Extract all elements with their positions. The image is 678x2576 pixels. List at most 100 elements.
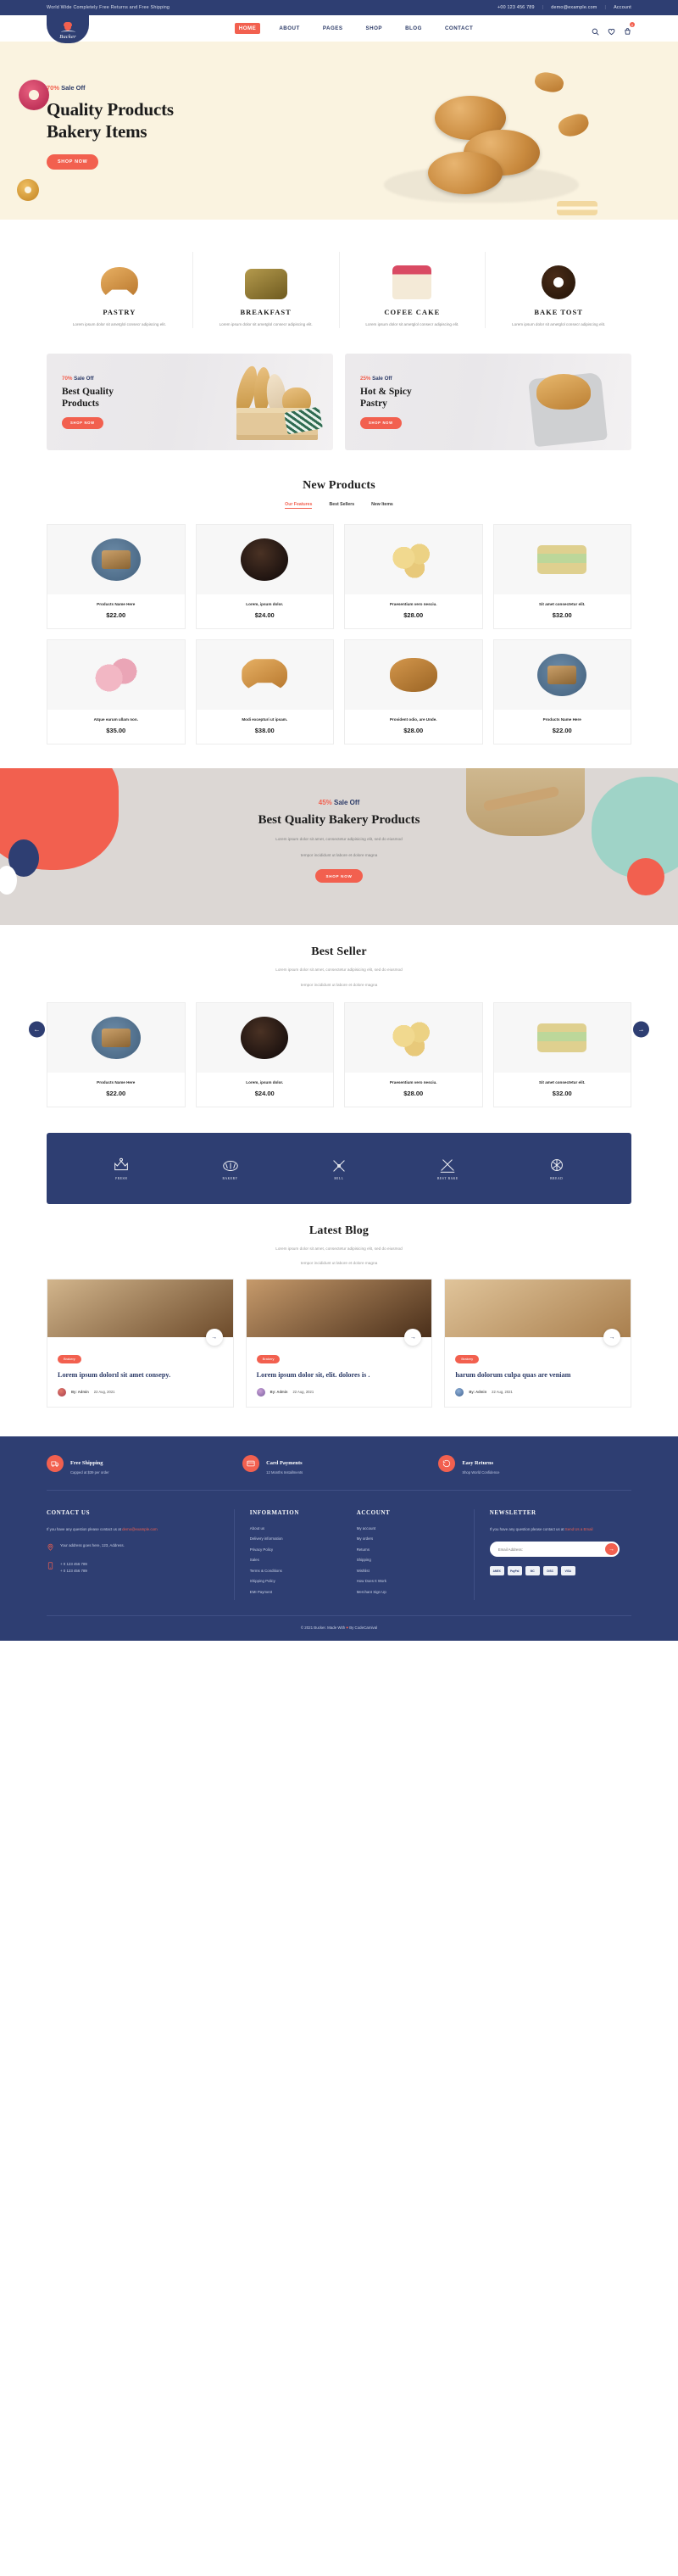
topbar-email[interactable]: demo@example.com	[551, 5, 597, 10]
brand-strip: FRESH BAKERY MILL BEST BAKE BREAD	[47, 1132, 631, 1204]
feature-card-payments: Card Payments 12 Months Installments	[242, 1453, 436, 1475]
promo-artwork-bread-crate	[175, 354, 333, 450]
footer-phone-2[interactable]: + 0 123 456 789	[60, 1568, 87, 1575]
product-card[interactable]: Atque earum ullam non. $35.00	[47, 639, 186, 745]
blog-read-more-arrow-icon[interactable]: →	[603, 1329, 621, 1347]
tab-our-features[interactable]: Our Features	[285, 502, 313, 510]
product-name: Atque earum ullam non.	[93, 717, 138, 722]
carousel-prev-button[interactable]: ←	[29, 1021, 45, 1038]
returns-icon	[438, 1455, 456, 1473]
new-products-tabs: Our Features Best Sellers New Items	[47, 502, 631, 510]
blog-card[interactable]: → Brakery Lorem ipsum dolorıl sit amet c…	[47, 1279, 234, 1408]
tab-new-items[interactable]: New Items	[371, 502, 393, 509]
hero-shop-now-button[interactable]: SHOP NOW	[47, 154, 99, 170]
promo-banner-hot-spicy[interactable]: 25% Sale Off Hot & Spicy Pastry SHOP NOW	[345, 354, 631, 451]
footer-link-sales[interactable]: Sales	[250, 1558, 259, 1562]
footer-link-shipping[interactable]: Shipping	[357, 1558, 371, 1562]
product-card[interactable]: Praesentium vero nesciu. $28.00	[344, 1001, 483, 1107]
promo-title-line1: Hot & Spicy	[360, 387, 412, 398]
tab-best-sellers[interactable]: Best Sellers	[329, 502, 354, 509]
footer-link-how-does-it-work[interactable]: How Does It Work	[357, 1579, 386, 1583]
footer-link-my-account[interactable]: My account	[357, 1526, 375, 1531]
blog-tag[interactable]: Brakery	[455, 1354, 480, 1363]
brand-logo-best-bake[interactable]: BEST BAKE	[428, 1149, 467, 1188]
brand-logo-fresh[interactable]: FRESH	[102, 1149, 141, 1188]
blog-card[interactable]: → Brakery Lorem ipsum dolor sit, elit. d…	[245, 1279, 433, 1408]
blog-read-more-arrow-icon[interactable]: →	[205, 1329, 223, 1347]
search-icon[interactable]	[592, 25, 599, 36]
topbar-account-link[interactable]: Account	[614, 5, 631, 10]
product-card[interactable]: Provident odio, are Unde. $28.00	[344, 639, 483, 745]
hero-banner: 70% Sale Off Quality Products Bakery Ite…	[0, 42, 678, 220]
footer-contact-text: If you have any question please contact …	[47, 1526, 123, 1531]
nav-item-about[interactable]: ABOUT	[275, 23, 304, 34]
product-card[interactable]: Lorem, ipsum dolor. $24.00	[195, 1001, 334, 1107]
product-name: Provident odio, are Unde.	[389, 717, 437, 722]
newsletter-form: →	[489, 1542, 620, 1558]
footer-link-merchant-sign-up[interactable]: Merchant Sign Up	[357, 1590, 386, 1594]
footer-link-returns[interactable]: Returns	[357, 1547, 370, 1552]
blog-card[interactable]: → Brakery harum dolorum culpa quas are v…	[444, 1279, 632, 1408]
newsletter-email-link[interactable]: Send Us a Email	[565, 1527, 593, 1531]
footer-link-my-orders[interactable]: My orders	[357, 1536, 374, 1541]
product-name: Products Name Here	[542, 717, 581, 722]
product-card[interactable]: Modi excepturi ut ipsam. $38.00	[195, 639, 334, 745]
category-card-breakfast[interactable]: BREAKFAST Lorem ipsum dolor sit ametglol…	[193, 252, 340, 329]
blog-tag[interactable]: Brakery	[256, 1354, 281, 1363]
brand-logo-mill[interactable]: MILL	[320, 1149, 358, 1188]
product-card[interactable]: Products Name Here $22.00	[47, 524, 186, 630]
carousel-next-button[interactable]: →	[633, 1021, 649, 1038]
hero-sale-pct: 70%	[47, 84, 60, 92]
product-card[interactable]: Products Name Here $22.00	[47, 1001, 186, 1107]
product-card[interactable]: Praesentium vero nesciu. $28.00	[344, 524, 483, 630]
topbar-divider-2: |	[604, 5, 607, 10]
brand-name: BAKERY	[222, 1176, 238, 1180]
promo-banner-best-quality[interactable]: 70% Sale Off Best Quality Products SHOP …	[47, 354, 333, 451]
blog-image: →	[445, 1280, 631, 1347]
footer-phone-1[interactable]: + 0 123 456 789	[60, 1561, 87, 1568]
category-card-pastry[interactable]: PASTRY Lorem ipsum dolor sit ametglol co…	[47, 252, 193, 329]
category-card-bake-tost[interactable]: BAKE TOST Lorem ipsum dolor sit ametglol…	[486, 252, 631, 328]
best-seller-carousel: Products Name Here $22.00 Lorem, ipsum d…	[47, 1001, 631, 1107]
hero-title-line2: Bakery Items	[47, 120, 147, 142]
nav-item-home[interactable]: HOME	[234, 23, 261, 34]
footer-contact-email[interactable]: demo@example.com	[122, 1527, 158, 1531]
wishlist-icon[interactable]	[608, 25, 615, 36]
promo-shop-now-button[interactable]: SHOP NOW	[360, 416, 402, 429]
newsletter-email-input[interactable]	[491, 1547, 605, 1552]
nav-item-blog[interactable]: BLOG	[401, 23, 426, 34]
footer-link-delivery-information[interactable]: Delivery information	[250, 1536, 283, 1541]
product-card[interactable]: Lorem, ipsum dolor. $24.00	[195, 524, 334, 630]
footer-link-emi-payment[interactable]: EMI Payment	[250, 1590, 272, 1594]
site-logo[interactable]: Bucker	[47, 9, 89, 43]
footer-link-about-us[interactable]: About us	[250, 1526, 264, 1531]
feature-free-shipping: Free Shipping Capped at $39 per order	[47, 1453, 240, 1475]
footer-link-privacy-policy[interactable]: Privacy Policy	[250, 1547, 273, 1552]
brand-name: FRESH	[115, 1176, 128, 1180]
footer-link-terms-conditions[interactable]: Terms & Conditions	[250, 1569, 282, 1573]
category-card-cofee-cake[interactable]: COFEE CAKE Lorem ipsum dolor sit ametglo…	[340, 252, 486, 329]
promo-sale-pct: 25%	[360, 376, 371, 382]
nav-item-pages[interactable]: PAGES	[319, 23, 347, 34]
avatar	[256, 1387, 265, 1397]
product-card[interactable]: Sit amet consectetur elit. $32.00	[492, 524, 631, 630]
cart-icon[interactable]: 0	[624, 22, 635, 35]
product-name: Praesentium vero nesciu.	[389, 1079, 437, 1084]
new-products-heading: New Products	[303, 479, 375, 493]
footer-link-shipping-policy[interactable]: Shipping Policy	[250, 1579, 275, 1583]
topbar-phone[interactable]: +00 123 456 789	[497, 5, 535, 10]
midcta-shop-now-button[interactable]: SHOP NOW	[315, 869, 363, 884]
brand-logo-bread[interactable]: BREAD	[537, 1149, 576, 1188]
promo-shop-now-button[interactable]: SHOP NOW	[62, 416, 103, 429]
blog-title: Lorem ipsum dolorıl sit amet consepy.	[58, 1370, 171, 1379]
footer-link-wishlist[interactable]: Wishlist	[357, 1569, 370, 1573]
category-desc: Lorem ipsum dolor sit ametglol consecr a…	[512, 322, 606, 326]
brand-logo-bakery[interactable]: BAKERY	[211, 1149, 250, 1188]
product-thumb-plate-bread-2	[493, 640, 631, 711]
newsletter-submit-button[interactable]: →	[604, 1543, 618, 1556]
product-card[interactable]: Products Name Here $22.00	[492, 639, 631, 745]
product-card[interactable]: Sit amet consectetur elit. $32.00	[492, 1001, 631, 1107]
nav-item-contact[interactable]: CONTACT	[441, 23, 477, 34]
nav-item-shop[interactable]: SHOP	[362, 23, 387, 34]
blog-tag[interactable]: Brakery	[58, 1354, 81, 1363]
